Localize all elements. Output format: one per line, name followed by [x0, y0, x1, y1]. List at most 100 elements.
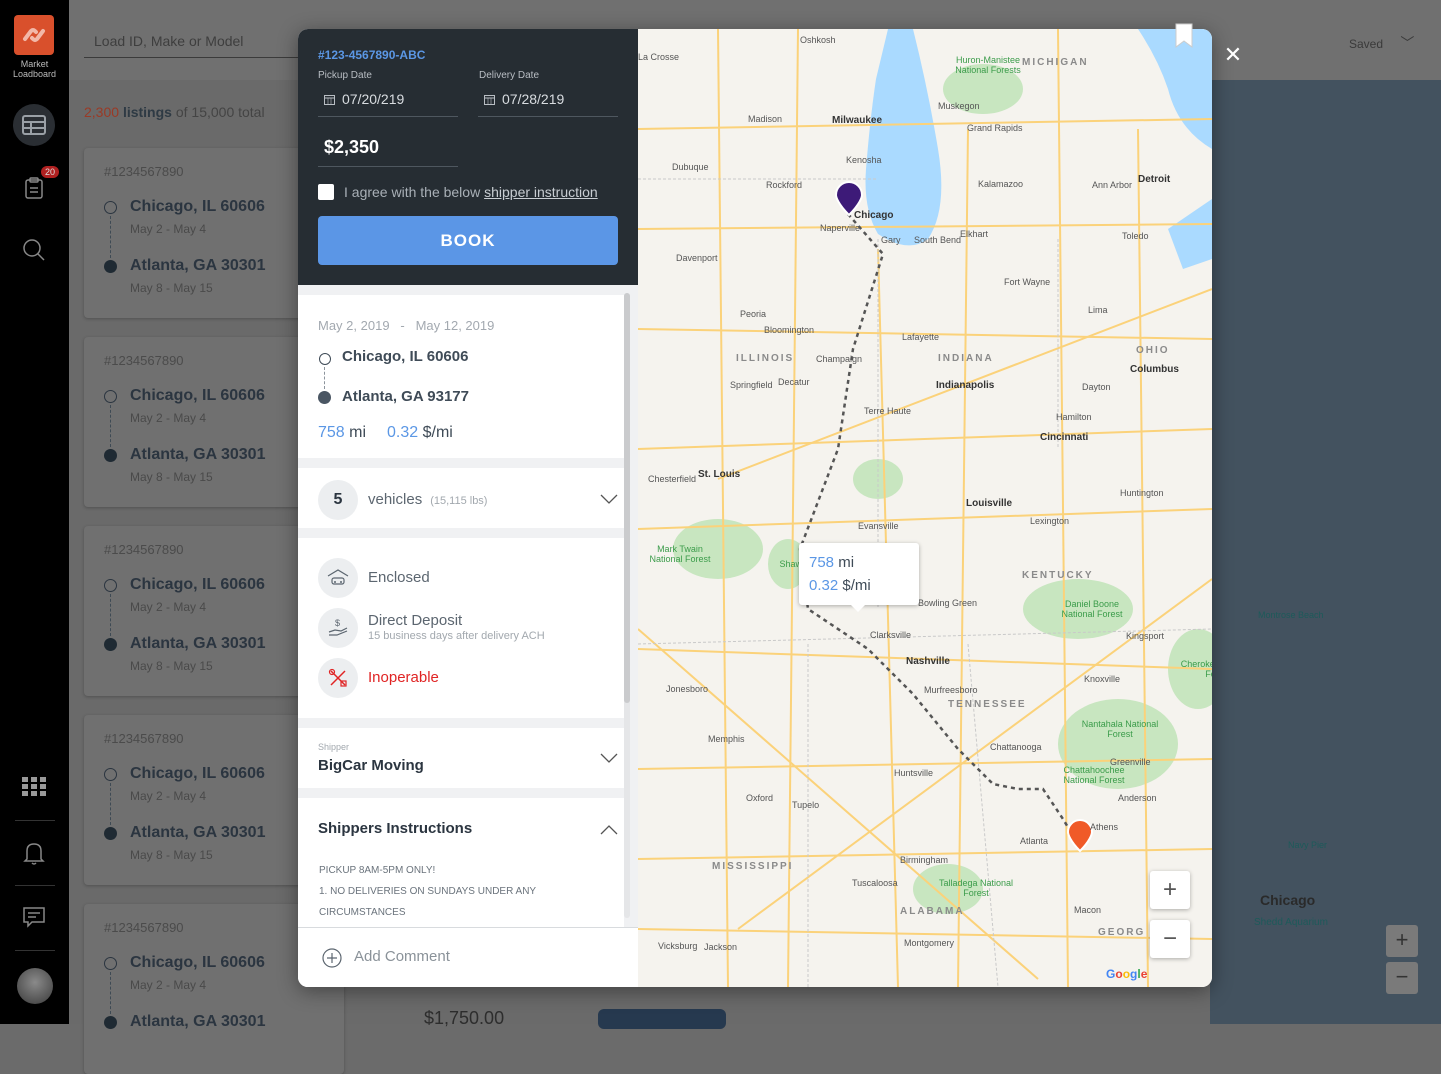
destination-marker-icon	[104, 827, 117, 840]
map-city-label: Grand Rapids	[967, 123, 1023, 133]
map-city-label: Kingsport	[1126, 631, 1165, 641]
map-city-label: Jackson	[704, 942, 738, 952]
background-map: Chicago Shedd Aquarium Montrose Beach Na…	[1210, 80, 1441, 1024]
vehicles-section[interactable]: 5 vehicles (15,115 lbs)	[298, 468, 624, 528]
map-forest-label: Daniel Boone National Forest	[1061, 599, 1123, 619]
shipper-instruction-link[interactable]: shipper instruction	[484, 184, 598, 200]
app-logo[interactable]	[14, 15, 54, 55]
map-city-label: Elkhart	[960, 229, 989, 239]
map-city-label: Chicago	[854, 210, 894, 221]
listing-origin: Chicago, IL 60606	[130, 387, 265, 404]
map-state-label: MISSISSIPPI	[712, 861, 794, 872]
map-forest-label: Cherokee National Forest	[1180, 659, 1212, 679]
panel-scrollbar[interactable]	[624, 293, 630, 918]
features-section: Enclosed $ Direct Deposit 15 business da…	[298, 538, 624, 718]
sidebar-item-search[interactable]	[20, 236, 48, 264]
route-connector	[324, 367, 325, 389]
route-distance: 758 mi	[318, 424, 366, 442]
map-city-label: St. Louis	[698, 469, 741, 480]
map-city-label: Evansville	[858, 521, 899, 531]
map-state-label: GEORG	[1098, 927, 1146, 938]
route-map[interactable]: MICHIGAN ILLINOIS INDIANA OHIO KENTUCKY TENNE…	[638, 29, 1212, 987]
sidebar-item-tasks[interactable]	[20, 174, 48, 202]
listing-destination: Atlanta, GA 30301	[130, 446, 266, 463]
shipper-section[interactable]: Shipper BigCar Moving	[298, 728, 624, 788]
map-state-label: MICHIGAN	[1022, 57, 1089, 68]
book-button[interactable]: BOOK	[318, 216, 618, 265]
map-city-label: Kenosha	[846, 155, 882, 165]
route-rate: 0.32 $/mi	[387, 424, 453, 442]
map-city-label: Vicksburg	[658, 941, 698, 951]
feature-inoperable: Inoperable	[368, 669, 439, 686]
zoom-in-button[interactable]: +	[1150, 871, 1190, 909]
pickup-date-field[interactable]: 07/20/219	[324, 91, 404, 107]
map-state-label: OHIO	[1136, 345, 1170, 356]
tooltip-miles-unit: mi	[838, 554, 855, 571]
sidebar-item-apps[interactable]	[20, 773, 48, 801]
bg-zoom-in-button[interactable]: +	[1386, 925, 1418, 957]
map-forest-label: Huron-Manistee National Forests	[955, 55, 1021, 75]
add-comment-button[interactable]: Add Comment	[298, 927, 638, 987]
listing-destination-dates: May 8 - May 15	[130, 470, 213, 484]
map-city-label: Ann Arbor	[1092, 180, 1133, 190]
instruction-line: 1. NO DELIVERIES ON SUNDAYS UNDER ANY	[319, 886, 537, 897]
map-city-label: Anderson	[1118, 793, 1157, 803]
vehicle-count: 5	[318, 480, 358, 520]
feature-payment-terms: 15 business days after delivery ACH	[368, 630, 545, 642]
instructions-section: Shippers Instructions PICKUP 8AM-5PM ONL…	[298, 798, 624, 927]
booking-header: #123-4567890-ABC Pickup Date 07/20/219 D…	[298, 29, 638, 285]
field-underline	[478, 116, 618, 117]
listing-origin: Chicago, IL 60606	[130, 954, 265, 971]
agree-checkbox[interactable]	[318, 184, 334, 200]
listings-label: listings	[122, 104, 172, 120]
shipper-name: BigCar Moving	[318, 757, 424, 774]
listing-destination-dates: May 8 - May 15	[130, 659, 213, 673]
map-forest-label: Mark Twain National Forest	[649, 544, 711, 564]
close-icon[interactable]: ✕	[1222, 44, 1244, 66]
distance-unit: mi	[349, 424, 367, 441]
saved-dropdown[interactable]: Saved ﹀	[1349, 33, 1414, 53]
bg-zoom-out-button[interactable]: −	[1386, 962, 1418, 994]
chevron-down-icon[interactable]	[600, 749, 618, 767]
map-city-label: South Bend	[914, 235, 962, 245]
bookmark-icon[interactable]	[1175, 23, 1193, 48]
sidebar-item-notifications[interactable]	[20, 839, 48, 867]
load-id: #123-4567890-ABC	[318, 48, 426, 62]
sidebar-item-loadboard[interactable]	[13, 104, 55, 146]
field-underline	[318, 166, 458, 167]
listing-destination: Atlanta, GA 30301	[130, 1013, 266, 1030]
map-city-label: Cincinnati	[1040, 432, 1089, 443]
map-city-label: Champaign	[816, 354, 863, 364]
tooltip-distance: 758 mi	[809, 551, 909, 574]
map-city-label: Naperville	[820, 223, 861, 233]
map-city-label: Birmingham	[900, 855, 949, 865]
map-state-label: ALABAMA	[900, 906, 965, 917]
zoom-out-button[interactable]: −	[1150, 920, 1190, 958]
chevron-down-icon: ﹀	[1400, 35, 1415, 51]
avatar[interactable]	[17, 968, 53, 1004]
sidebar-item-messages[interactable]	[20, 903, 48, 931]
instruction-line: PICKUP 8AM-5PM ONLY!	[319, 865, 436, 876]
listing-id: #1234567890	[104, 353, 184, 368]
map-city-label: Gary	[881, 235, 901, 245]
map-city-label: Oshkosh	[800, 35, 836, 45]
feature-enclosed: Enclosed	[368, 569, 430, 586]
calendar-icon	[484, 94, 495, 105]
price-input[interactable]: $2,350	[324, 137, 379, 158]
delivery-date-field[interactable]: 07/28/219	[484, 91, 564, 107]
bg-book-button[interactable]	[598, 1009, 726, 1029]
chevron-up-icon[interactable]	[600, 821, 618, 839]
instructions-title: Shippers Instructions	[318, 820, 473, 837]
pickup-date-label: Pickup Date	[318, 70, 372, 81]
listing-destination-dates: May 8 - May 15	[130, 848, 213, 862]
map-city-label: Milwaukee	[832, 115, 883, 126]
listings-number: 2,300	[84, 104, 120, 120]
map-city-label: Davenport	[676, 253, 718, 263]
destination-pin[interactable]	[1066, 819, 1094, 853]
map-city-label: Muskegon	[938, 101, 980, 111]
scrollbar-thumb[interactable]	[624, 293, 630, 703]
map-label: Montrose Beach	[1258, 610, 1324, 620]
calendar-icon	[324, 94, 335, 105]
map-city-label: Peoria	[740, 309, 767, 319]
chevron-down-icon[interactable]	[600, 490, 618, 508]
